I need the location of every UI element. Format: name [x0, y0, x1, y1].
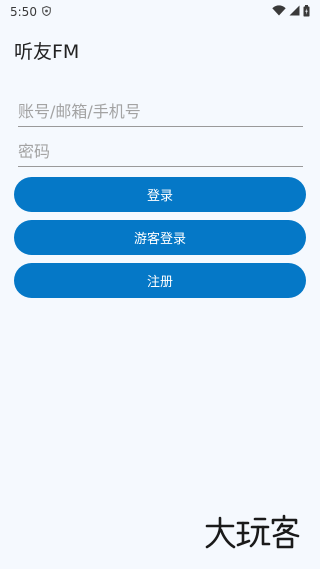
- password-input[interactable]: [18, 137, 303, 167]
- account-input[interactable]: [18, 97, 303, 127]
- wifi-icon: [272, 5, 286, 19]
- login-screen: 5:50 听友FM 账号/邮箱/手机号 登录 游客登录 注册: [0, 0, 320, 569]
- status-left: 5:50: [10, 5, 51, 19]
- login-button[interactable]: 登录: [14, 177, 306, 212]
- guest-login-button[interactable]: 游客登录: [14, 220, 306, 255]
- register-button[interactable]: 注册: [14, 263, 306, 298]
- status-time: 5:50: [10, 5, 37, 19]
- shield-icon: [42, 5, 51, 19]
- battery-icon: [303, 4, 310, 20]
- status-right: [272, 4, 310, 20]
- app-title: 听友FM: [14, 41, 80, 63]
- signal-icon: [289, 5, 300, 19]
- status-bar: 5:50: [0, 0, 320, 24]
- watermark-logo: [205, 514, 301, 550]
